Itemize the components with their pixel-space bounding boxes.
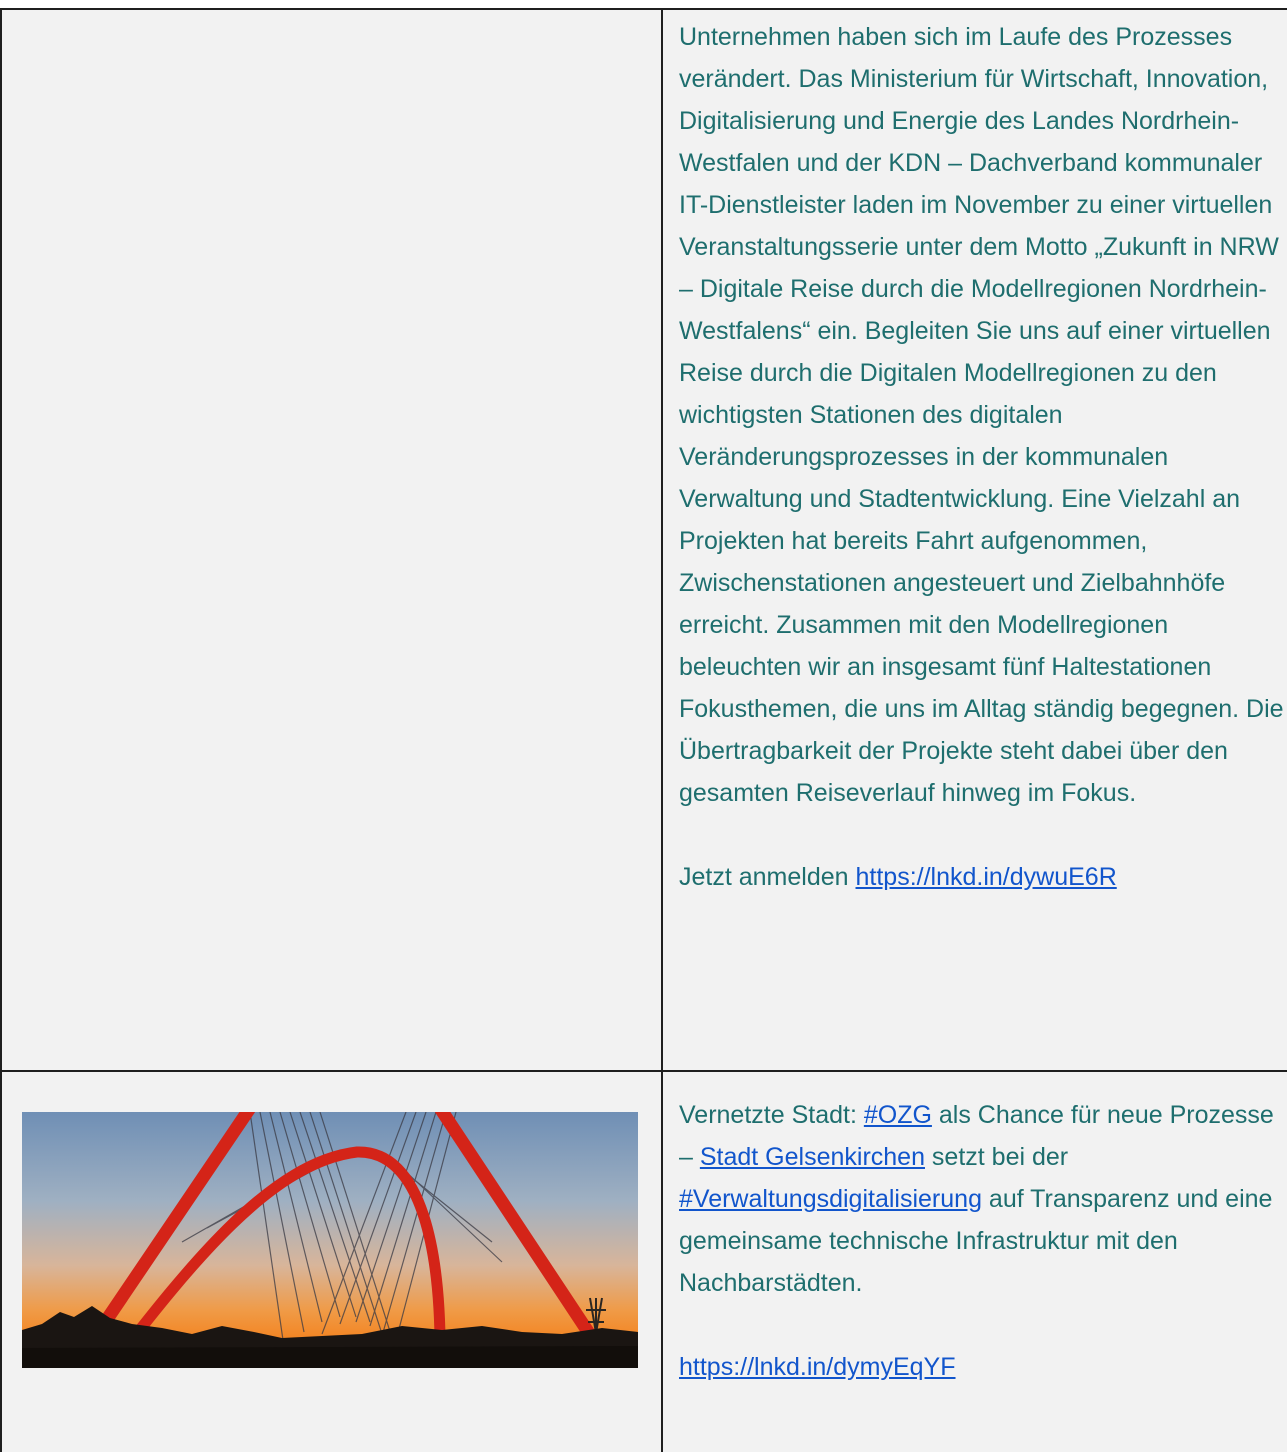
table-row: Vernetzte Stadt: #OZG als Chance für neu… — [0, 1070, 1287, 1452]
foreground-ground — [22, 1346, 638, 1368]
news-url-link[interactable]: https://lnkd.in/dymyEqYF — [679, 1353, 956, 1381]
news-text-part: Vernetzte Stadt: — [679, 1101, 864, 1129]
image-cell — [0, 1070, 663, 1452]
event-text-cell: Unternehmen haben sich im Laufe des Proz… — [661, 8, 1287, 1072]
news-text-part: setzt bei der — [924, 1143, 1069, 1171]
ozg-hashtag-link[interactable]: #OZG — [864, 1101, 932, 1129]
news-text-cell: Vernetzte Stadt: #OZG als Chance für neu… — [661, 1070, 1287, 1452]
content-table: Unternehmen haben sich im Laufe des Proz… — [0, 8, 1287, 1452]
register-prefix: Jetzt anmelden — [679, 863, 856, 891]
bridge-photo-graphic — [22, 1112, 638, 1368]
news-url-line: https://lnkd.in/dymyEqYF — [679, 1346, 1287, 1388]
event-description: Unternehmen haben sich im Laufe des Proz… — [679, 23, 1284, 807]
table-row: Unternehmen haben sich im Laufe des Proz… — [0, 8, 1287, 1072]
news-description: Vernetzte Stadt: #OZG als Chance für neu… — [679, 1094, 1287, 1304]
register-line: Jetzt anmelden https://lnkd.in/dywuE6R — [679, 856, 1287, 898]
empty-left-cell — [0, 8, 663, 1072]
register-link[interactable]: https://lnkd.in/dywuE6R — [856, 863, 1117, 891]
gelsenkirchen-link[interactable]: Stadt Gelsenkirchen — [700, 1143, 925, 1171]
bridge-photo — [22, 1112, 638, 1368]
verwaltungsdigitalisierung-hashtag-link[interactable]: #Verwaltungsdigitalisierung — [679, 1185, 982, 1213]
document-page: Unternehmen haben sich im Laufe des Proz… — [0, 0, 1287, 1452]
